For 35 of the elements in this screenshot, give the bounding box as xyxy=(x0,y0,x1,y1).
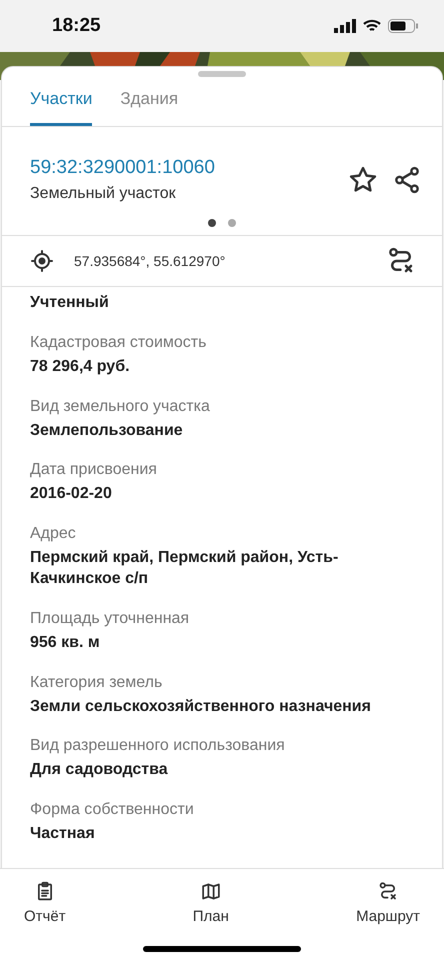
field-value: Землепользование xyxy=(30,420,184,441)
tab[interactable]: Здания xyxy=(120,77,178,126)
drag-handle[interactable] xyxy=(198,71,246,77)
parcel-number-link[interactable]: 59:32:3290001:10060 xyxy=(30,157,334,179)
field-value: 956 кв. м xyxy=(30,632,101,653)
field-value: 78 296,4 руб. xyxy=(30,356,131,377)
field-value: 2016-02-20 xyxy=(30,484,113,504)
status-time: 18:25 xyxy=(52,15,101,37)
field-label: Категория земель xyxy=(30,674,164,692)
share-icon[interactable] xyxy=(392,165,422,195)
tab[interactable]: Участки xyxy=(30,77,92,126)
parcel-type: Земельный участок xyxy=(30,185,177,203)
page-dot[interactable] xyxy=(208,219,216,227)
field-value: Пермский край, Пермский район, Усть-Качкинское с/п xyxy=(30,548,340,589)
nav-button[interactable]: Маршрут xyxy=(346,877,430,929)
field-value: Земли сельскохозяйственного назначения xyxy=(30,696,372,717)
nav-button[interactable]: План xyxy=(182,877,239,929)
nav-button[interactable]: Отчёт xyxy=(14,877,76,929)
field-label: Вид разрешенного использования xyxy=(30,737,286,756)
field-label: Дата присвоения xyxy=(30,461,158,480)
map-icon xyxy=(200,881,222,902)
coordinates-text: 57.935684°, 55.612970° xyxy=(74,253,226,269)
field-value: Частная xyxy=(30,824,96,844)
field-value: Для садоводства xyxy=(30,760,169,780)
field-label: Адрес xyxy=(30,525,77,544)
signal-icon xyxy=(334,19,356,33)
location-target-icon[interactable] xyxy=(30,249,54,273)
field-label: Вид земельного участка xyxy=(30,398,211,416)
wifi-icon xyxy=(363,19,381,33)
battery-icon xyxy=(388,19,418,33)
field-label: Площадь уточненная xyxy=(30,610,190,628)
page-dot[interactable] xyxy=(228,219,236,227)
field-label: Кадастровая стоимость xyxy=(30,334,208,352)
field-value: Учтенный xyxy=(30,293,110,313)
field-label: Форма собственности xyxy=(30,801,195,820)
